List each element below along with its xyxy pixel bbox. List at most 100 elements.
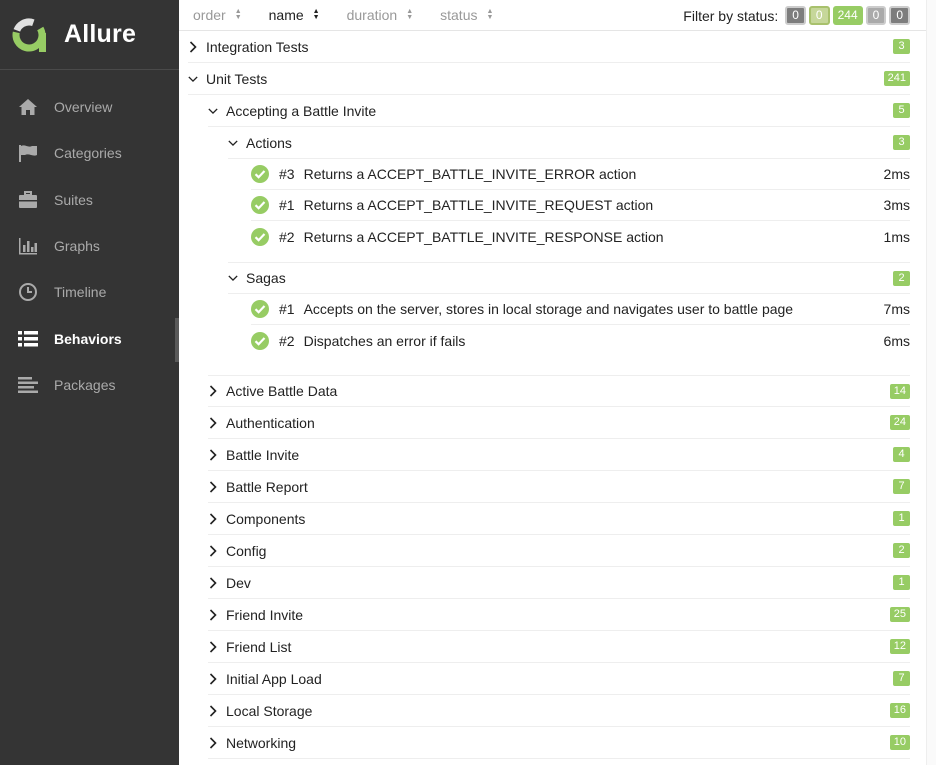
tree-group-active-battle-data[interactable]: Active Battle Data 14 [208, 375, 910, 407]
test-case-row[interactable]: #3 Returns a ACCEPT_BATTLE_INVITE_ERROR … [251, 159, 910, 190]
group-count-badge: 1 [893, 575, 910, 590]
chevron-right-icon [208, 576, 218, 589]
chevron-down-icon [188, 75, 198, 83]
group-label: Battle Invite [226, 446, 300, 463]
group-label: Local Storage [226, 702, 313, 719]
tree-group-friend-invite[interactable]: Friend Invite 25 [208, 599, 910, 631]
tree-group-initial-app-load[interactable]: Initial App Load 7 [208, 663, 910, 695]
sidebar-item-label: Overview [54, 99, 113, 116]
clock-icon [17, 281, 39, 303]
tree-group-actions[interactable]: Actions 3 [228, 127, 910, 159]
filter-failed-toggle[interactable]: 0 [785, 6, 806, 25]
filter-unknown-toggle[interactable]: 0 [889, 6, 910, 25]
vertical-scrollbar[interactable] [926, 0, 936, 765]
sort-by-order[interactable]: order ▲ ▼ [193, 7, 242, 23]
test-duration: 6ms [883, 332, 910, 349]
group-label: Active Battle Data [226, 383, 338, 399]
test-case-row[interactable]: #2 Dispatches an error if fails 6ms [251, 325, 910, 356]
chevron-right-icon [208, 512, 218, 525]
group-label: Components [226, 510, 306, 527]
sort-arrows-icon: ▲ ▼ [234, 8, 242, 21]
group-count-badge: 7 [893, 479, 910, 494]
status-filter: Filter by status: 0 0 244 0 0 [683, 0, 910, 31]
group-count-badge: 5 [893, 103, 910, 118]
passed-check-icon [251, 227, 269, 246]
list-icon [17, 328, 39, 350]
test-case-row[interactable]: #2 Returns a ACCEPT_BATTLE_INVITE_RESPON… [251, 221, 910, 252]
sidebar-item-behaviors[interactable]: Behaviors [0, 315, 179, 361]
group-label: Networking [226, 734, 297, 751]
sort-by-status[interactable]: status ▲ ▼ [440, 7, 493, 23]
sort-by-name[interactable]: name ▲ ▼ [269, 7, 320, 23]
group-label: Config [226, 542, 267, 559]
tree-group-authentication[interactable]: Authentication 24 [208, 407, 910, 439]
bar-chart-icon [17, 235, 39, 257]
sort-arrows-icon: ▲ ▼ [486, 8, 494, 21]
tree-group-sagas[interactable]: Sagas 2 [228, 262, 910, 294]
tree-group-config[interactable]: Config 2 [208, 535, 910, 567]
test-name: Returns a ACCEPT_BATTLE_INVITE_ERROR act… [303, 166, 637, 182]
tree-group-dev[interactable]: Dev 1 [208, 567, 910, 599]
chevron-right-icon [188, 40, 198, 53]
passed-check-icon [251, 300, 269, 318]
group-count-badge: 2 [893, 543, 910, 558]
group-label: Friend Invite [226, 606, 304, 623]
sidebar: Allure Overview Categories Suites Graphs [0, 0, 179, 765]
chevron-right-icon [208, 672, 218, 685]
tree-group-accepting-a-battle-invite[interactable]: Accepting a Battle Invite 5 [208, 95, 910, 127]
sort-by-duration[interactable]: duration ▲ ▼ [347, 7, 414, 23]
brand[interactable]: Allure [0, 0, 179, 70]
group-count-badge: 4 [893, 447, 910, 462]
group-count-badge: 25 [889, 607, 910, 622]
sidebar-item-label: Graphs [54, 238, 100, 255]
group-label: Friend List [226, 638, 292, 655]
sidebar-item-packages[interactable]: Packages [0, 362, 179, 408]
briefcase-icon [17, 189, 39, 211]
chevron-right-icon [208, 480, 218, 493]
group-label: Unit Tests [206, 70, 268, 87]
tree-group-networking[interactable]: Networking 10 [208, 727, 910, 759]
chevron-right-icon [208, 448, 218, 461]
sidebar-item-suites[interactable]: Suites [0, 177, 179, 223]
tree-group-friend-list[interactable]: Friend List 12 [208, 631, 910, 663]
test-order-number: #2 [279, 332, 295, 349]
flag-icon [17, 142, 39, 164]
chevron-down-icon [208, 107, 218, 115]
sidebar-item-graphs[interactable]: Graphs [0, 223, 179, 269]
group-count-badge: 14 [889, 383, 910, 399]
test-duration: 1ms [883, 228, 910, 245]
tree-group-integration-tests[interactable]: Integration Tests 3 [188, 31, 910, 63]
test-case-row[interactable]: #1 Returns a ACCEPT_BATTLE_INVITE_REQUES… [251, 190, 910, 221]
filter-passed-toggle[interactable]: 244 [832, 6, 863, 25]
chevron-right-icon [208, 704, 218, 717]
chevron-right-icon [208, 736, 218, 749]
test-case-row[interactable]: #1 Accepts on the server, stores in loca… [251, 294, 910, 325]
passed-check-icon [251, 196, 269, 214]
sidebar-item-label: Suites [54, 191, 93, 208]
group-label: Sagas [246, 270, 286, 286]
sidebar-item-overview[interactable]: Overview [0, 84, 179, 130]
filter-skipped-toggle[interactable]: 0 [865, 6, 887, 25]
group-label: Dev [226, 574, 251, 591]
tree-group-unit-tests[interactable]: Unit Tests 241 [188, 63, 910, 95]
test-duration: 7ms [883, 301, 910, 317]
tree-group-local-storage[interactable]: Local Storage 16 [208, 695, 910, 727]
brand-name: Allure [64, 20, 137, 48]
group-label: Integration Tests [206, 38, 309, 55]
chevron-right-icon [208, 640, 218, 653]
group-count-badge: 12 [889, 639, 910, 654]
sidebar-item-categories[interactable]: Categories [0, 130, 179, 176]
main-panel: order ▲ ▼ name ▲ ▼ duration ▲ ▼ status ▲ ▼ F… [179, 0, 926, 765]
group-label: Accepting a Battle Invite [226, 102, 377, 119]
sidebar-item-label: Behaviors [54, 330, 122, 347]
tree-group-components[interactable]: Components 1 [208, 503, 910, 535]
group-count-badge: 2 [893, 270, 910, 286]
tree-group-battle-invite[interactable]: Battle Invite 4 [208, 439, 910, 471]
chevron-right-icon [208, 385, 218, 397]
filter-broken-toggle[interactable]: 0 [808, 6, 830, 25]
sidebar-item-timeline[interactable]: Timeline [0, 269, 179, 315]
tree-group-battle-report[interactable]: Battle Report 7 [208, 471, 910, 503]
sidebar-item-label: Categories [54, 145, 122, 162]
group-label: Initial App Load [226, 670, 322, 687]
test-name: Returns a ACCEPT_BATTLE_INVITE_RESPONSE … [303, 228, 664, 245]
